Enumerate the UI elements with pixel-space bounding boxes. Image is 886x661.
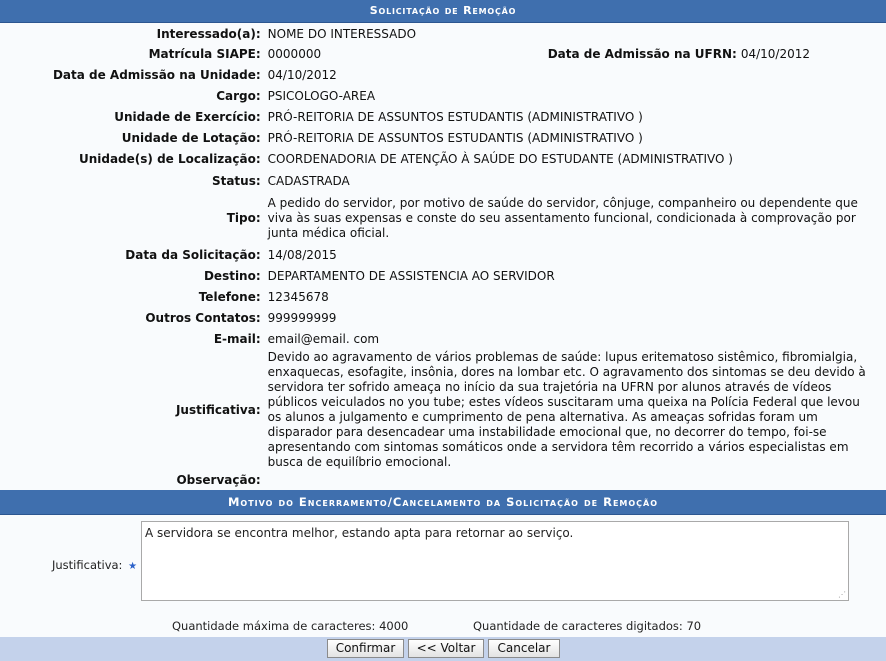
label-data-solicitacao: Data da Solicitação: bbox=[125, 247, 261, 262]
label-telefone: Telefone: bbox=[198, 290, 261, 304]
section-title-text: Motivo do Encerramento/Cancelamento da S… bbox=[227, 495, 659, 509]
value-admissao-unidade: 04/10/2012 bbox=[267, 67, 337, 82]
value-unidade-lotacao: PRÓ-REITORIA DE ASSUNTOS ESTUDANTIS (ADM… bbox=[267, 131, 643, 145]
request-details-table: Interessado(a): NOME DO INTERESSADO Matr… bbox=[0, 23, 886, 490]
typed-characters-text: Quantidade de caracteres digitados: 70 bbox=[473, 619, 702, 633]
section-title-text: Solicitação de Remoção bbox=[369, 4, 517, 17]
label-unidade-localizacao: Unidade(s) de Localização: bbox=[78, 152, 261, 166]
value-admissao-ufrn: 04/10/2012 bbox=[740, 47, 810, 61]
value-telefone: 12345678 bbox=[267, 290, 329, 304]
confirm-button[interactable]: Confirmar bbox=[327, 639, 404, 658]
label-tipo: Tipo: bbox=[226, 210, 261, 225]
button-bar: Confirmar << Voltar Cancelar bbox=[0, 637, 886, 661]
label-outros-contatos: Outros Contatos: bbox=[145, 311, 261, 325]
value-cargo: PSICOLOGO-AREA bbox=[267, 89, 376, 103]
section-title-encerramento: Motivo do Encerramento/Cancelamento da S… bbox=[0, 490, 886, 515]
value-justificativa: Devido ao agravamento de vários problema… bbox=[267, 350, 866, 469]
value-unidade-exercicio: PRÓ-REITORIA DE ASSUNTOS ESTUDANTIS (ADM… bbox=[267, 110, 643, 124]
label-cargo: Cargo: bbox=[216, 89, 261, 103]
value-outros-contatos: 999999999 bbox=[267, 311, 337, 325]
label-interessado: Interessado(a): bbox=[156, 26, 261, 41]
value-interessado: NOME DO INTERESSADO bbox=[267, 26, 417, 41]
required-star-icon: ★ bbox=[128, 561, 138, 572]
removal-request-panel: Solicitação de Remoção Interessado(a): N… bbox=[0, 0, 886, 661]
cancellation-form: Justificativa: ★ A servidora se encontra… bbox=[0, 515, 886, 617]
value-observacao bbox=[265, 470, 886, 490]
label-admissao-unidade: Data de Admissão na Unidade: bbox=[52, 67, 261, 82]
label-admissao-ufrn: Data de Admissão na UFRN: bbox=[547, 47, 737, 61]
label-matricula: Matrícula SIAPE: bbox=[148, 47, 261, 61]
justificativa-field-label: Justificativa: ★ bbox=[52, 558, 137, 572]
cancel-button[interactable]: Cancelar bbox=[488, 639, 560, 658]
label-unidade-lotacao: Unidade de Lotação: bbox=[121, 131, 261, 145]
value-email: email@email. com bbox=[267, 332, 380, 346]
label-status: Status: bbox=[211, 173, 261, 188]
label-observacao: Observação: bbox=[176, 472, 261, 487]
value-matricula: 0000000 bbox=[267, 47, 322, 61]
label-justificativa: Justificativa: bbox=[175, 402, 261, 417]
label-destino: Destino: bbox=[203, 269, 261, 283]
max-characters-text: Quantidade máxima de caracteres: 4000 bbox=[172, 619, 409, 633]
justificativa-textarea[interactable]: A servidora se encontra melhor, estando … bbox=[141, 521, 849, 601]
character-counts: Quantidade máxima de caracteres: 4000 Qu… bbox=[0, 617, 886, 637]
resize-handle-icon[interactable]: ⋰ bbox=[838, 590, 847, 599]
justificativa-label-text: Justificativa: bbox=[52, 558, 123, 572]
label-unidade-exercicio: Unidade de Exercício: bbox=[114, 110, 261, 124]
back-button[interactable]: << Voltar bbox=[408, 639, 484, 658]
section-title-solicitacao: Solicitação de Remoção bbox=[0, 0, 886, 23]
value-tipo: A pedido do servidor, por motivo de saúd… bbox=[267, 195, 858, 240]
value-destino: DEPARTAMENTO DE ASSISTENCIA AO SERVIDOR bbox=[267, 269, 555, 283]
value-status: CADASTRADA bbox=[267, 173, 350, 188]
value-unidade-localizacao: COORDENADORIA DE ATENÇÃO À SAÚDE DO ESTU… bbox=[267, 152, 733, 166]
label-email: E-mail: bbox=[213, 332, 261, 346]
value-data-solicitacao: 14/08/2015 bbox=[267, 247, 337, 262]
